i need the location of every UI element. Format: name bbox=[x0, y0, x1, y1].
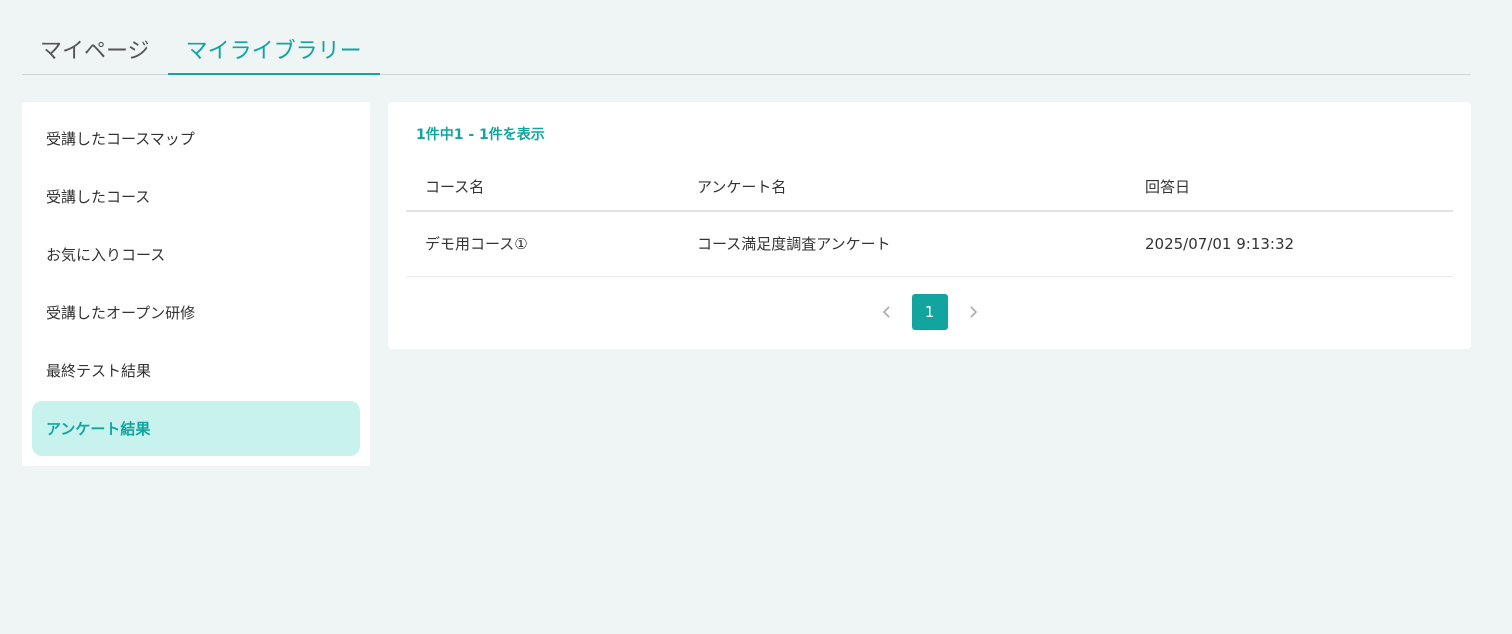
cell-survey-name: コース満足度調査アンケート bbox=[678, 211, 1126, 277]
pagination: 1 bbox=[388, 294, 1471, 330]
survey-results-panel: 1件中1 - 1件を表示 コース名 アンケート名 回答日 デモ用コース① コース… bbox=[388, 102, 1471, 349]
cell-course-name: デモ用コース① bbox=[406, 211, 678, 277]
sidebar-item-favorites[interactable]: お気に入りコース bbox=[32, 227, 360, 282]
sidebar-item-course-map[interactable]: 受講したコースマップ bbox=[32, 111, 360, 166]
chevron-right-icon[interactable] bbox=[962, 294, 984, 330]
sidebar-item-courses[interactable]: 受講したコース bbox=[32, 169, 360, 224]
column-header-answer-date: 回答日 bbox=[1126, 162, 1453, 212]
survey-results-table: コース名 アンケート名 回答日 デモ用コース① コース満足度調査アンケート 20… bbox=[406, 162, 1453, 277]
result-count: 1件中1 - 1件を表示 bbox=[416, 127, 545, 143]
cell-answer-date: 2025/07/01 9:13:32 bbox=[1126, 211, 1453, 277]
table-header-row: コース名 アンケート名 回答日 bbox=[406, 162, 1453, 212]
library-sidebar: 受講したコースマップ 受講したコース お気に入りコース 受講したオープン研修 最… bbox=[22, 102, 370, 466]
chevron-left-icon[interactable] bbox=[876, 294, 898, 330]
sidebar-item-final-test-results[interactable]: 最終テスト結果 bbox=[32, 343, 360, 398]
sidebar-item-open-training[interactable]: 受講したオープン研修 bbox=[32, 285, 360, 340]
library-tabs: マイページ マイライブラリー bbox=[22, 24, 1471, 75]
table-row[interactable]: デモ用コース① コース満足度調査アンケート 2025/07/01 9:13:32 bbox=[406, 211, 1453, 277]
tab-mylibrary[interactable]: マイライブラリー bbox=[167, 24, 380, 75]
sidebar-item-survey-results[interactable]: アンケート結果 bbox=[32, 401, 360, 456]
column-header-course: コース名 bbox=[406, 162, 678, 212]
tab-mypage[interactable]: マイページ bbox=[22, 24, 168, 74]
page-button-current[interactable]: 1 bbox=[911, 294, 948, 330]
column-header-survey: アンケート名 bbox=[678, 162, 1126, 212]
